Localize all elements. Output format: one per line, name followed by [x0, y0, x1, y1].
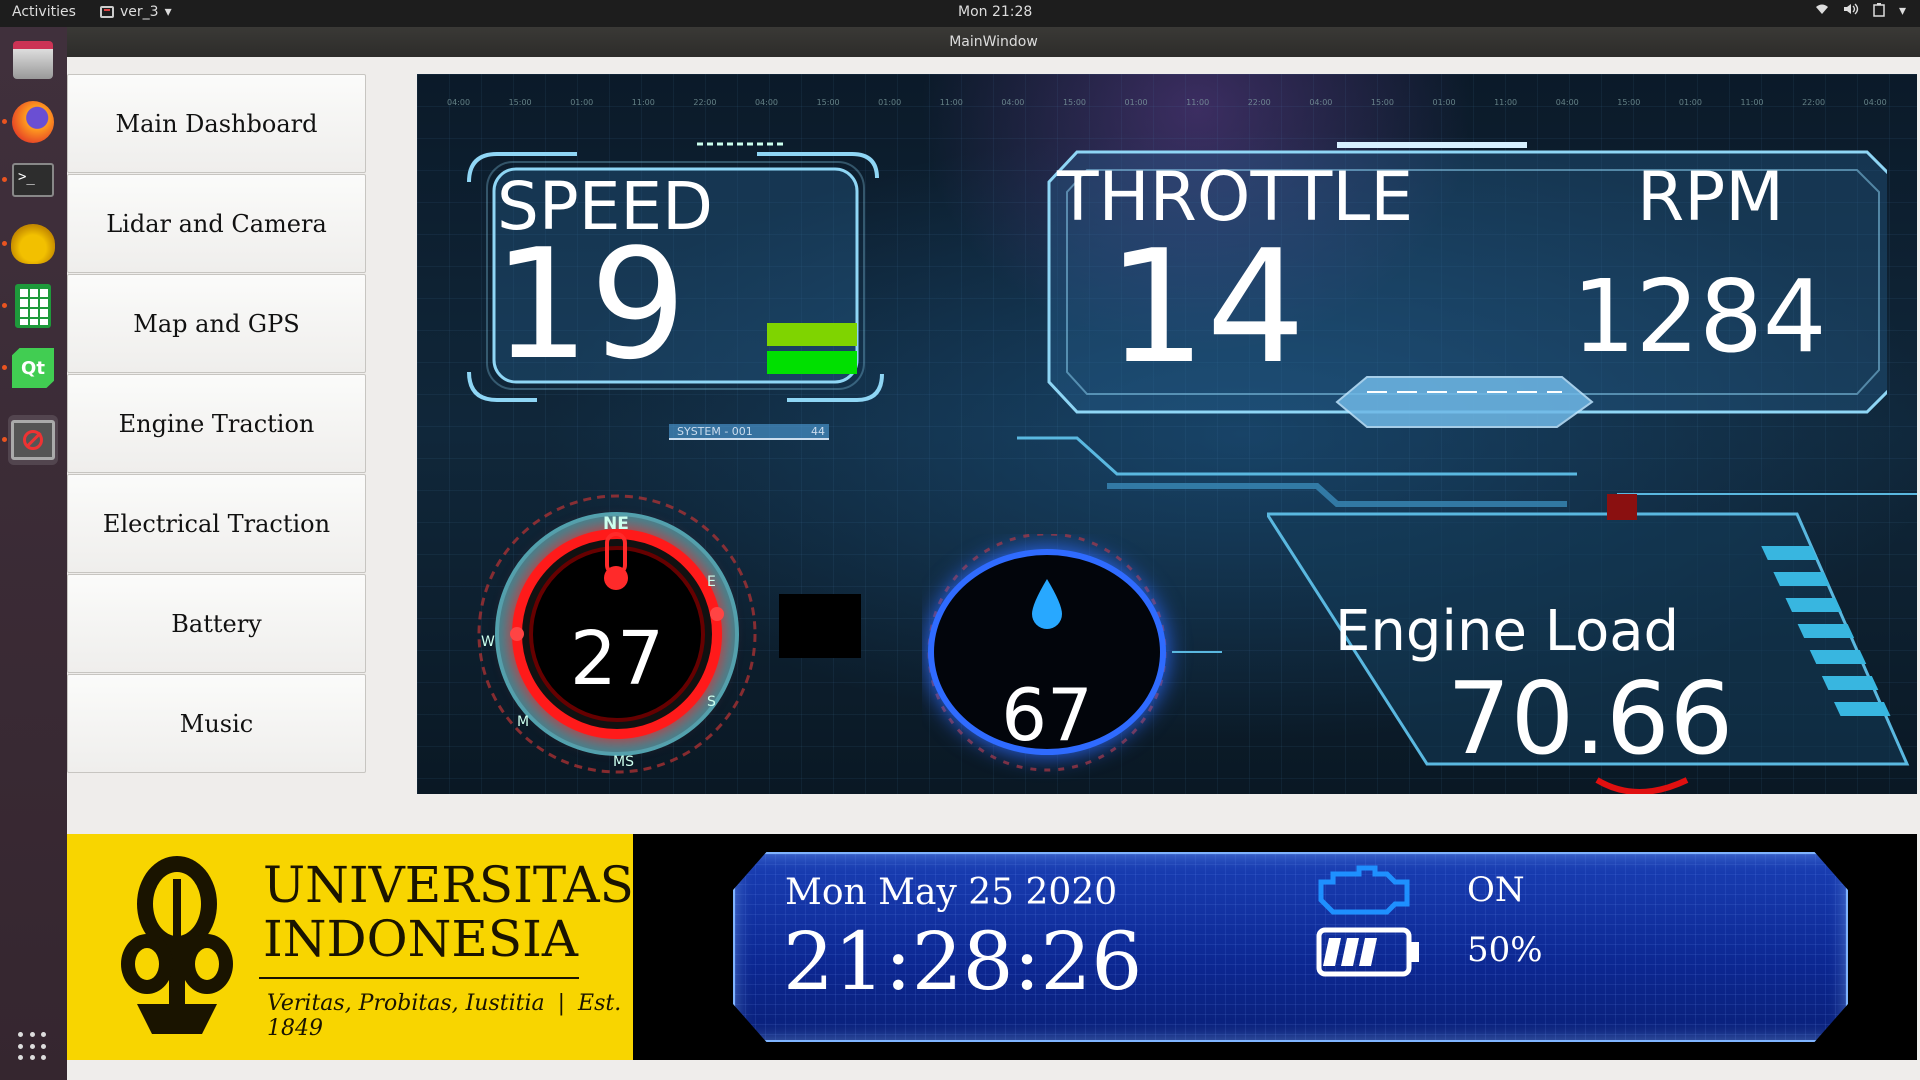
timeline-tick: 22:00 — [1802, 98, 1826, 107]
timeline-tick: 11:00 — [1740, 98, 1764, 107]
nav-lidar-camera[interactable]: Lidar and Camera — [67, 174, 366, 273]
timeline-tick: 15:00 — [1062, 98, 1086, 107]
timeline-tick: 04:00 — [1863, 98, 1887, 107]
date-display: Mon May 25 2020 — [785, 872, 1118, 913]
university-name-line2: INDONESIA — [263, 910, 578, 968]
wifi-icon — [1815, 3, 1829, 21]
timeline-tick: 15:00 — [1370, 98, 1394, 107]
timeline-tick: 11:00 — [631, 98, 655, 107]
firefox-icon — [12, 101, 54, 143]
dock-terminal[interactable]: >_ — [2, 155, 58, 205]
system-tray[interactable]: ▾ — [1815, 3, 1906, 21]
timeline-tick: 04:00 — [447, 98, 471, 107]
dock-qt[interactable]: Qt — [2, 343, 58, 393]
app-blocked-icon — [11, 420, 55, 460]
speed-bar-bottom — [767, 351, 857, 374]
nav-battery[interactable]: Battery — [67, 574, 366, 673]
timeline-tick: 01:00 — [1432, 98, 1456, 107]
dock-spreadsheet[interactable] — [2, 281, 58, 331]
system-label: SYSTEM - 001 — [677, 425, 753, 438]
timeline-tick: 11:00 — [1186, 98, 1210, 107]
temperature-value: 27 — [569, 616, 665, 702]
compass-w: W — [481, 634, 495, 650]
nav-engine-traction[interactable]: Engine Traction — [67, 374, 366, 473]
terminal-icon: >_ — [12, 163, 54, 197]
motto-text: Veritas, Probitas, Iustitia — [267, 991, 545, 1016]
compass-ms: MS — [613, 754, 634, 770]
show-applications-icon[interactable] — [18, 1032, 48, 1062]
battery-icon — [1316, 927, 1419, 977]
app-menu-label: ver_3 — [120, 4, 159, 20]
system-value: 44 — [811, 425, 825, 438]
university-name-line1: UNIVERSITAS — [263, 856, 634, 914]
timeline-tick: 22:00 — [693, 98, 717, 107]
rpm-value: 1284 — [1572, 258, 1827, 375]
speed-value: 19 — [493, 216, 687, 393]
files-icon — [13, 41, 53, 79]
app-window-icon — [100, 6, 114, 18]
battery-percent: 50% — [1467, 930, 1543, 970]
compass-s: S — [707, 694, 716, 710]
main-window: MainWindow Main Dashboard Lidar and Came… — [67, 27, 1920, 1080]
timeline-tick: 22:00 — [1247, 98, 1271, 107]
black-box — [779, 594, 861, 658]
dock: >_ Qt — [0, 27, 67, 1080]
university-emblem-icon — [121, 856, 233, 1034]
timeline-tick: 04:00 — [1309, 98, 1333, 107]
dashboard-panel: 04:00 15:00 01:00 11:00 22:00 04:00 15:00 01:00… — [417, 74, 1917, 794]
spreadsheet-icon — [15, 284, 51, 328]
speed-bar-top — [767, 323, 857, 346]
university-motto: Veritas, Probitas, Iustitia | Est. 1849 — [267, 991, 622, 1041]
engine-load-value: 70.66 — [1447, 660, 1734, 777]
dock-teapot[interactable] — [2, 219, 58, 269]
timeline-tick: 01:00 — [1124, 98, 1148, 107]
chevron-down-icon: ▾ — [164, 4, 172, 20]
teapot-icon — [11, 224, 55, 264]
compass-ne: NE — [603, 514, 629, 534]
nav-map-gps[interactable]: Map and GPS — [67, 274, 366, 373]
dock-running-app[interactable] — [2, 415, 58, 465]
battery-tray-icon — [1873, 3, 1885, 21]
timeline-tick: 04:00 — [1555, 98, 1579, 107]
timeline-tick: 15:00 — [508, 98, 532, 107]
timeline-tick: 04:00 — [1001, 98, 1025, 107]
throttle-value: 14 — [1107, 216, 1306, 398]
qt-icon: Qt — [12, 348, 54, 388]
timeline-tick: 15:00 — [816, 98, 840, 107]
timeline-tick: 15:00 — [1617, 98, 1641, 107]
humidity-value: 67 — [1001, 673, 1093, 757]
engine-load-label: Engine Load — [1335, 599, 1680, 664]
system-indicator: SYSTEM - 001 44 — [669, 424, 829, 440]
window-title: MainWindow — [67, 27, 1920, 57]
compass-e: E — [707, 574, 716, 590]
compass-m: M — [517, 714, 530, 730]
status-panel: Mon May 25 2020 21:28:26 ON 50% — [633, 834, 1917, 1060]
volume-icon — [1843, 3, 1859, 21]
timeline-tick: 04:00 — [754, 98, 779, 107]
dock-firefox[interactable] — [2, 97, 58, 147]
chevron-down-icon: ▾ — [1898, 3, 1906, 19]
nav-electrical-traction[interactable]: Electrical Traction — [67, 474, 366, 573]
nav-music[interactable]: Music — [67, 674, 366, 773]
engine-check-icon — [1318, 865, 1410, 915]
timeline-tick: 11:00 — [1494, 98, 1518, 107]
system-clock[interactable]: Mon 21:28 — [958, 4, 1032, 20]
timeline-tick: 01:00 — [878, 98, 902, 107]
timeline-tick: 01:00 — [570, 98, 594, 107]
app-menu[interactable]: ver_3 ▾ — [100, 4, 172, 20]
time-display: 21:28:26 — [783, 915, 1143, 1008]
activities-button[interactable]: Activities — [12, 4, 76, 20]
rpm-label: RPM — [1637, 158, 1784, 237]
nav-main-dashboard[interactable]: Main Dashboard — [67, 74, 366, 173]
timeline-ticks: 04:00 15:00 01:00 11:00 22:00 04:00 15:00 01:00… — [447, 98, 1887, 107]
university-rule — [259, 977, 579, 979]
engine-status: ON — [1467, 870, 1525, 910]
dock-files[interactable] — [8, 35, 58, 85]
system-top-bar: Activities ver_3 ▾ Mon 21:28 ▾ — [0, 0, 1920, 27]
timeline-tick: 11:00 — [939, 98, 963, 107]
university-logo-panel: UNIVERSITAS INDONESIA Veritas, Probitas,… — [67, 834, 634, 1060]
timeline-tick: 01:00 — [1678, 98, 1702, 107]
